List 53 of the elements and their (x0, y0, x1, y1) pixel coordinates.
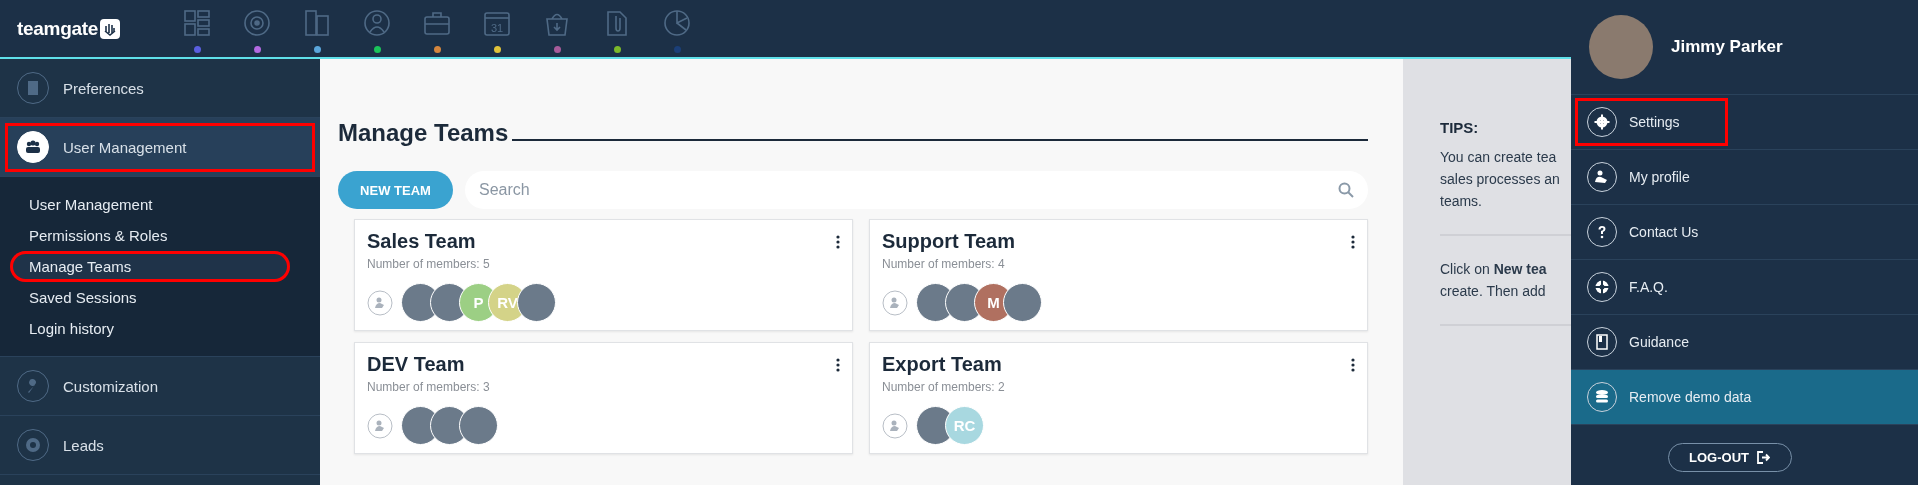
team-card[interactable]: DEV Team Number of members: 3 (354, 342, 853, 454)
menu-item[interactable]: Contact Us (1571, 205, 1918, 260)
more-icon[interactable] (1351, 234, 1355, 249)
add-member-icon[interactable] (882, 289, 908, 316)
add-member-icon[interactable] (367, 289, 393, 316)
initials-avatar: RC (945, 406, 984, 445)
logo-text: teamgate (17, 17, 99, 40)
tip-text: You can create tea (1440, 148, 1558, 167)
team-card[interactable]: Export Team Number of members: 2 RC (869, 342, 1368, 454)
more-icon[interactable] (836, 357, 840, 372)
submenu-item[interactable]: Saved Sessions (10, 282, 290, 313)
logout-icon (1756, 451, 1770, 464)
user-name: Jimmy Parker (1671, 37, 1783, 57)
submenu-item[interactable]: Manage Teams (10, 251, 290, 282)
pie-icon[interactable] (662, 8, 692, 38)
menu-item[interactable]: F.A.Q. (1571, 260, 1918, 315)
avatar-photo-placeholder (1003, 283, 1042, 322)
avatar-photo-placeholder (517, 283, 556, 322)
menu-item[interactable]: My profile (1571, 150, 1918, 205)
hand-logo-icon (100, 18, 121, 39)
page-title: Manage Teams (338, 119, 509, 147)
members-count: Number of members: 5 (367, 257, 491, 271)
menu-item[interactable]: Remove demo data (1571, 370, 1918, 425)
target-icon[interactable] (242, 8, 272, 38)
team-card[interactable]: Sales Team Number of members: 5 P RV (354, 219, 853, 331)
add-member-icon[interactable] (882, 412, 908, 439)
avatar-photo-placeholder (459, 406, 498, 445)
more-icon[interactable] (836, 234, 840, 249)
submenu-item[interactable]: User Management (10, 189, 290, 220)
members-count: Number of members: 3 (367, 380, 491, 394)
members-count: Number of members: 4 (882, 257, 1006, 271)
tip-text: sales processes an (1440, 170, 1561, 189)
add-member-icon[interactable] (367, 412, 393, 439)
person-icon[interactable] (362, 8, 392, 38)
sidebar-item[interactable]: User Management (0, 118, 320, 177)
buildings-icon[interactable] (302, 8, 332, 38)
tips-title: TIPS: (1440, 119, 1480, 136)
submenu-item[interactable]: Permissions & Roles (10, 220, 290, 251)
submenu-item[interactable]: Login history (10, 313, 290, 344)
team-name: Export Team (882, 353, 1002, 376)
search-icon (1338, 182, 1354, 198)
members-count: Number of members: 2 (882, 380, 1006, 394)
grid-icon[interactable] (182, 8, 212, 38)
team-name: DEV Team (367, 353, 465, 376)
tip-text: Click on New tea (1440, 260, 1548, 279)
more-icon[interactable] (1351, 357, 1355, 372)
tip-text: create. Then add (1440, 282, 1547, 301)
search-field[interactable]: Search (465, 171, 1368, 209)
team-name: Sales Team (367, 230, 476, 253)
team-name: Support Team (882, 230, 1015, 253)
menu-item[interactable]: Settings (1571, 95, 1918, 150)
tip-text: teams. (1440, 192, 1483, 211)
team-card[interactable]: Support Team Number of members: 4 M (869, 219, 1368, 331)
